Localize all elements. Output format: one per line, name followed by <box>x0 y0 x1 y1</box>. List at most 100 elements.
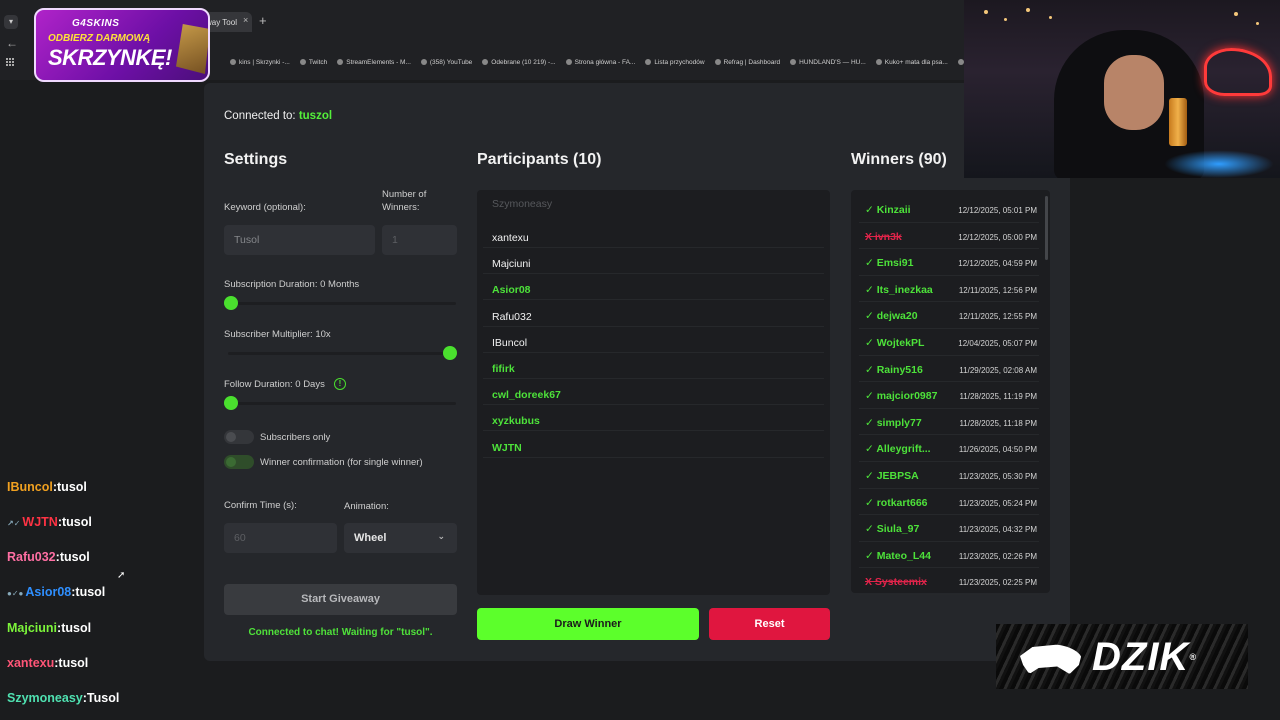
winner-confirmation-toggle[interactable] <box>224 455 254 469</box>
chat-username: Majciuni <box>7 621 58 635</box>
chat-text: Tusol <box>86 691 120 705</box>
participant-item: Asior08 <box>483 274 824 301</box>
registered-mark: ® <box>1189 652 1197 662</box>
chat-text: tusol <box>61 621 92 635</box>
bookmark-item[interactable]: Twitch <box>299 55 328 69</box>
draw-winner-button[interactable]: Draw Winner <box>477 608 699 640</box>
promo-banner[interactable]: G4SKINS ODBIERZ DARMOWĄ SKRZYNKĘ! <box>34 8 210 82</box>
chat-text: tusol <box>75 585 106 599</box>
bookmark-favicon-icon <box>565 59 572 65</box>
promo-brand: G4SKINS <box>72 18 120 29</box>
winner-date: 11/23/2025, 02:26 PM <box>958 551 1037 561</box>
bookmark-label: StreamElements - M... <box>346 58 411 66</box>
chat-message: Rafu032:tusol <box>7 550 90 564</box>
bookmark-item[interactable]: StreamElements - M... <box>337 55 411 69</box>
chat-message: IBuncol:tusol <box>7 480 87 494</box>
winner-date: 12/11/2025, 12:55 PM <box>958 312 1037 322</box>
winner-date: 11/28/2025, 11:18 PM <box>959 418 1037 428</box>
bookmark-favicon-icon <box>645 59 652 65</box>
dzik-logo: DZIK® <box>996 624 1248 689</box>
animation-select[interactable]: Wheel ⌄ <box>344 523 457 553</box>
winner-row: ✓ Emsi91 12/12/2025, 04:59 PM <box>859 249 1039 276</box>
keyword-input[interactable]: Tusol <box>224 225 375 255</box>
winner-row: ✓ Alleygrift... 11/26/2025, 04:50 PM <box>859 435 1039 462</box>
sub-duration-slider-track[interactable] <box>228 302 456 305</box>
bookmark-item[interactable]: Refrag | Dashboard <box>714 55 781 69</box>
bookmark-label: Odebrane (10 219) -... <box>491 58 556 66</box>
chat-message: ●✓● Asior08:tusol <box>7 585 105 599</box>
winner-date: 12/11/2025, 12:56 PM <box>958 285 1037 295</box>
bookmark-item[interactable]: Lista przychodów <box>645 55 705 69</box>
winner-name: ✓ Emsi91 <box>865 257 914 270</box>
participant-item: fifirk <box>483 353 824 379</box>
chat-username: Rafu032 <box>7 550 56 564</box>
participant-item: Szymoneasy <box>492 198 553 210</box>
bookmark-item[interactable]: HUNDLAND'S — HU... <box>790 55 866 69</box>
subscribers-only-toggle[interactable] <box>224 430 254 444</box>
winner-row: ✓ JEBPSA 11/23/2025, 05:30 PM <box>859 462 1039 489</box>
participant-item: cwl_doreek67 <box>483 379 824 406</box>
follow-duration-slider-track[interactable] <box>228 402 456 405</box>
participant-item: xantexu <box>483 222 824 248</box>
channel-name: tuszol <box>298 110 333 122</box>
bookmark-label: Strona główna - FA... <box>574 58 636 66</box>
num-winners-input[interactable]: 1 <box>382 225 457 255</box>
bookmark-item[interactable]: kins | Skrzynki -... <box>230 55 290 69</box>
winners-scrollbar[interactable] <box>1045 196 1048 260</box>
promo-line2: SKRZYNKĘ! <box>48 45 172 70</box>
sub-duration-slider-thumb[interactable] <box>224 296 238 310</box>
chat-message: Szymoneasy:Tusol <box>7 691 119 705</box>
winner-date: 11/23/2025, 02:25 PM <box>958 578 1037 588</box>
winner-date: 12/12/2025, 05:00 PM <box>958 232 1037 242</box>
bookmark-item[interactable]: (358) YouTube <box>420 55 472 69</box>
logo-text: DZIK <box>1092 635 1190 679</box>
new-tab-icon[interactable]: + <box>259 13 267 28</box>
participant-item: xyzkubus <box>483 405 824 432</box>
follow-duration-slider-thumb[interactable] <box>224 396 238 410</box>
winner-name: ✓ WojtekPL <box>865 337 925 349</box>
participant-item: WJTN <box>483 432 824 458</box>
sub-multiplier-slider-thumb[interactable] <box>443 346 457 360</box>
winner-name: ✓ JEBPSA <box>865 470 919 482</box>
bookmark-label: Refrag | Dashboard <box>723 58 781 66</box>
bookmark-item[interactable]: Odebrane (10 219) -... <box>482 55 556 69</box>
chat-message: Majciuni:tusol <box>7 621 91 635</box>
winner-date: 11/29/2025, 02:08 AM <box>959 365 1037 375</box>
bookmark-label: kins | Skrzynki -... <box>239 58 290 66</box>
sub-multiplier-label: Subscriber Multiplier: 10x <box>224 329 331 340</box>
bookmark-favicon-icon <box>790 59 797 65</box>
bookmark-item[interactable]: Strona główna - FA... <box>565 55 636 69</box>
winner-row: ✓ Its_inezkaa 12/11/2025, 12:56 PM <box>859 276 1039 303</box>
promo-case-image <box>176 24 208 74</box>
info-icon[interactable]: ! <box>334 378 346 390</box>
bookmark-label: HUNDLAND'S — HU... <box>799 58 866 66</box>
follow-duration-label: Follow Duration: 0 Days <box>224 379 325 390</box>
tab-close-icon[interactable]: × <box>243 15 248 25</box>
winner-row: ✓ WojtekPL 12/04/2025, 05:07 PM <box>859 329 1039 356</box>
winner-row: ✓ Siula_97 11/23/2025, 04:32 PM <box>859 515 1039 542</box>
sub-multiplier-slider-track[interactable] <box>228 352 456 355</box>
winner-row: ✓ Kinzaii 12/12/2025, 05:01 PM <box>859 196 1039 223</box>
settings-title: Settings <box>224 151 288 168</box>
subscribers-only-label: Subscribers only <box>260 432 331 443</box>
bookmark-favicon-icon <box>875 59 882 65</box>
webcam-feed <box>964 0 1280 178</box>
winner-date: 11/23/2025, 05:24 PM <box>958 498 1037 508</box>
confirm-time-input[interactable]: 60 <box>224 523 337 553</box>
winner-name: X ivn3k <box>865 230 902 243</box>
winner-row: ✓ rotkart666 11/23/2025, 05:24 PM <box>859 489 1039 516</box>
winner-date: 11/26/2025, 04:50 PM <box>958 445 1037 455</box>
chat-username: WJTN <box>22 515 58 529</box>
bookmark-favicon-icon <box>714 59 721 65</box>
winner-date: 12/04/2025, 05:07 PM <box>958 339 1037 348</box>
bookmark-label: Twitch <box>308 58 328 66</box>
participants-title: Participants (10) <box>477 151 602 168</box>
back-arrow-icon[interactable]: ← <box>6 36 18 50</box>
chat-username: Asior08 <box>25 585 72 599</box>
bookmark-favicon-icon <box>957 59 964 65</box>
bookmark-item[interactable]: Kuko+ mata dla psa... <box>875 55 948 69</box>
reset-button[interactable]: Reset <box>709 608 830 640</box>
chat-username: xantexu <box>7 656 55 670</box>
winner-row: ✓ simply77 11/28/2025, 11:18 PM <box>859 409 1039 436</box>
start-giveaway-button[interactable]: Start Giveaway <box>224 584 457 615</box>
